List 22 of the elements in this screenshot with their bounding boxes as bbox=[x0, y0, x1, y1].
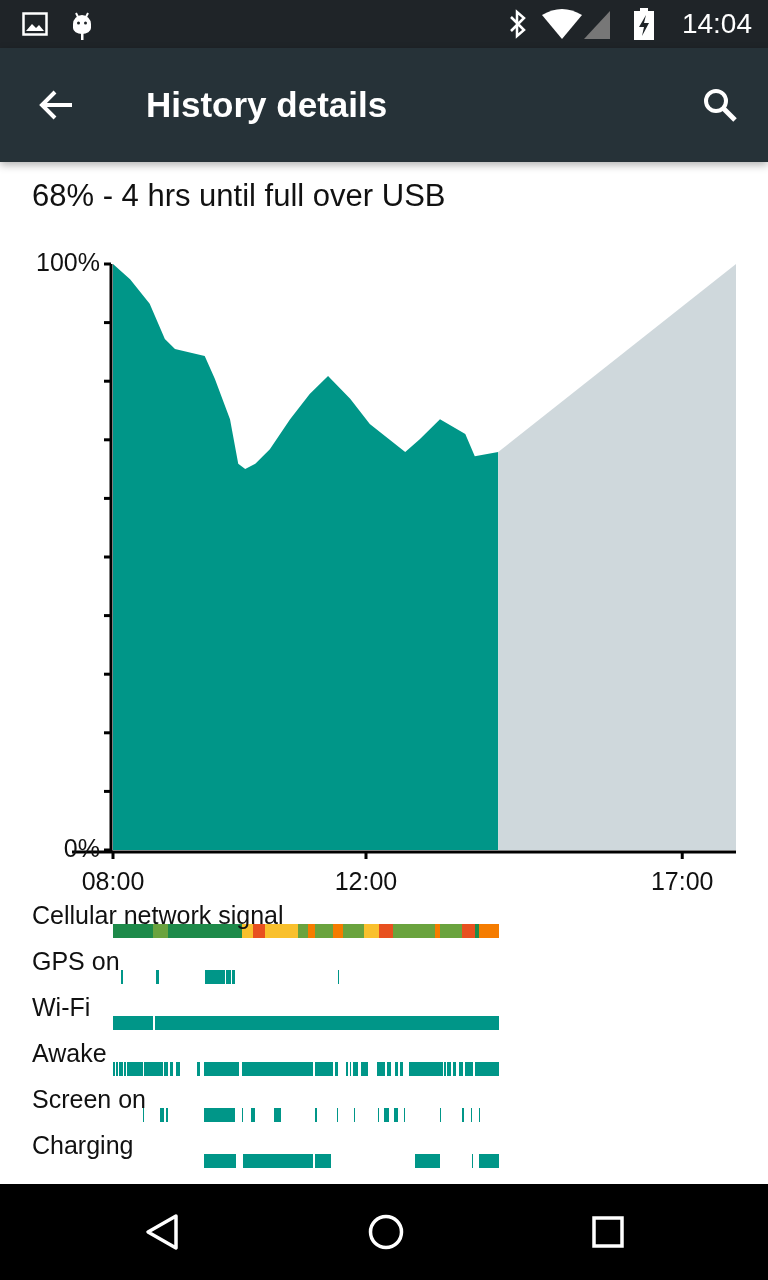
clock-time: 14:04 bbox=[681, 8, 752, 40]
timeline-label: Charging bbox=[32, 1130, 134, 1160]
bluetooth-icon bbox=[507, 9, 528, 39]
timeline-label: Screen on bbox=[32, 1084, 146, 1114]
back-nav-button[interactable] bbox=[144, 1213, 180, 1251]
x-tick-label: 08:00 bbox=[81, 867, 145, 895]
battery-charging-icon bbox=[633, 8, 654, 40]
timeline-label: Awake bbox=[32, 1038, 107, 1068]
x-tick-label: 12:00 bbox=[334, 867, 398, 895]
recents-nav-button[interactable] bbox=[592, 1216, 624, 1248]
timeline-label: Cellular network signal bbox=[32, 900, 284, 930]
timeline-label: GPS on bbox=[32, 946, 120, 976]
wifi-signal-icon bbox=[541, 9, 612, 39]
charge-summary: 68% - 4 hrs until full over USB bbox=[32, 178, 447, 214]
screen-title: History details bbox=[146, 85, 389, 125]
x-tick-label: 17:00 bbox=[650, 867, 714, 895]
timeline-label: Wi-Fi bbox=[32, 992, 91, 1022]
home-nav-button[interactable] bbox=[368, 1214, 404, 1250]
y-tick-label: 100% bbox=[36, 247, 100, 276]
back-button[interactable] bbox=[38, 89, 74, 121]
image-icon bbox=[22, 12, 48, 36]
search-button[interactable] bbox=[702, 87, 738, 123]
